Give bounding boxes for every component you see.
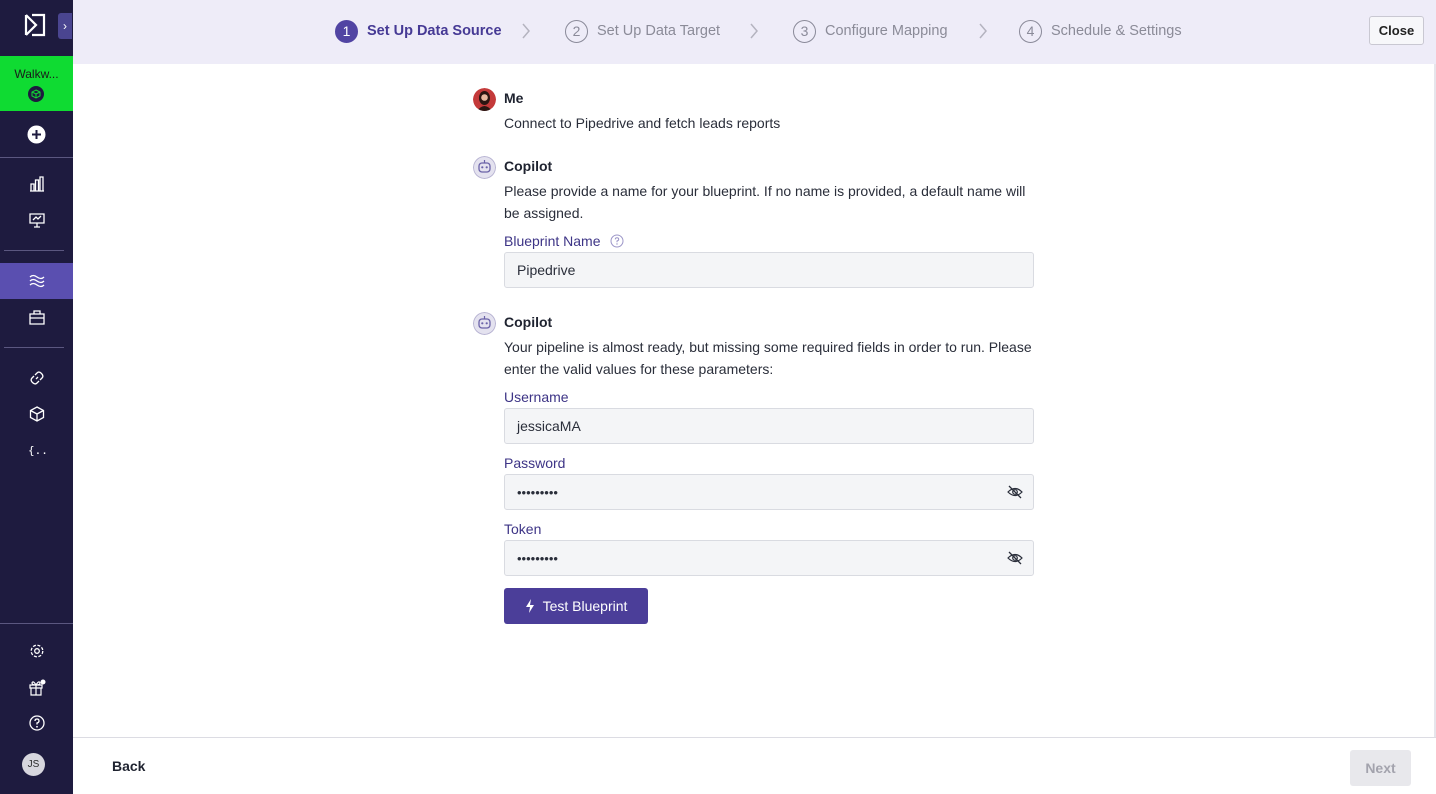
step-label: Schedule & Settings bbox=[1051, 23, 1182, 39]
sidebar-item-analytics[interactable] bbox=[0, 166, 73, 202]
message-text: Please provide a name for your blueprint… bbox=[504, 183, 1026, 221]
step-label: Set Up Data Target bbox=[597, 23, 721, 39]
analytics-icon bbox=[29, 176, 44, 192]
step-label: Set Up Data Source bbox=[367, 23, 502, 39]
sidebar-item-connections[interactable] bbox=[0, 360, 73, 396]
chat-message-copilot: Copilot Your pipeline is almost ready, b… bbox=[473, 312, 1043, 382]
chevron-right-icon bbox=[750, 23, 758, 39]
sidebar-item-settings[interactable] bbox=[0, 633, 73, 669]
sidebar-item-components[interactable] bbox=[0, 396, 73, 432]
username-value: jessicaMA bbox=[517, 418, 581, 434]
step-number: 4 bbox=[1019, 19, 1042, 43]
password-label: Password bbox=[504, 455, 566, 471]
sidebar-item-help[interactable] bbox=[0, 705, 73, 741]
add-button[interactable] bbox=[0, 116, 73, 152]
step-label: Configure Mapping bbox=[825, 23, 948, 39]
password-value: ••••••••• bbox=[517, 484, 558, 500]
sidebar: › Walkw... {...} JS bbox=[0, 0, 73, 794]
password-input[interactable]: ••••••••• bbox=[504, 474, 1034, 510]
chevron-right-icon bbox=[522, 23, 530, 39]
message-sender: Copilot bbox=[504, 158, 553, 174]
dashboard-icon bbox=[28, 213, 45, 228]
chat-message-user: Me Connect to Pipedrive and fetch leads … bbox=[473, 88, 1043, 138]
blueprint-name-label-text: Blueprint Name bbox=[504, 233, 601, 249]
message-text: Your pipeline is almost ready, but missi… bbox=[504, 339, 1032, 377]
chevron-right-icon bbox=[979, 23, 987, 39]
connections-icon bbox=[29, 371, 44, 385]
user-avatar[interactable]: JS bbox=[22, 753, 45, 776]
sidebar-divider bbox=[4, 347, 64, 348]
token-value: ••••••••• bbox=[517, 550, 558, 566]
message-text: Connect to Pipedrive and fetch leads rep… bbox=[504, 115, 781, 131]
step-configure-mapping[interactable]: 3 Configure Mapping bbox=[793, 19, 948, 43]
variables-icon: {...} bbox=[28, 444, 46, 457]
token-label: Token bbox=[504, 521, 542, 537]
logo-icon[interactable] bbox=[22, 12, 48, 38]
step-schedule-settings[interactable]: 4 Schedule & Settings bbox=[1019, 19, 1182, 43]
test-blueprint-button[interactable]: Test Blueprint bbox=[504, 588, 648, 624]
pipelines-icon bbox=[29, 274, 44, 288]
token-input[interactable]: ••••••••• bbox=[504, 540, 1034, 576]
sidebar-divider bbox=[0, 623, 73, 624]
gift-icon bbox=[28, 679, 45, 696]
sidebar-item-gift[interactable] bbox=[0, 669, 73, 705]
next-button[interactable]: Next bbox=[1350, 750, 1411, 786]
message-sender: Me bbox=[504, 90, 524, 106]
step-set-up-data-target[interactable]: 2 Set Up Data Target bbox=[565, 19, 720, 43]
workspace-name: Walkw... bbox=[14, 67, 59, 81]
wizard-steps-bar: 1 Set Up Data Source 2 Set Up Data Targe… bbox=[73, 0, 1436, 64]
components-icon bbox=[29, 406, 44, 422]
add-icon bbox=[27, 125, 46, 143]
copilot-avatar bbox=[473, 156, 496, 179]
eye-off-icon[interactable] bbox=[1007, 550, 1023, 566]
sidebar-item-toolkit[interactable] bbox=[0, 299, 73, 335]
settings-icon bbox=[30, 644, 43, 658]
username-label: Username bbox=[504, 389, 569, 405]
username-input[interactable]: jessicaMA bbox=[504, 408, 1034, 444]
chat-message-copilot: Copilot Please provide a name for your b… bbox=[473, 156, 1043, 226]
wizard-footer: Back Next bbox=[73, 737, 1436, 794]
blueprint-name-input[interactable]: Pipedrive bbox=[504, 252, 1034, 288]
step-number: 3 bbox=[793, 19, 816, 43]
step-set-up-data-source[interactable]: 1 Set Up Data Source bbox=[335, 19, 502, 43]
sidebar-item-pipelines[interactable] bbox=[0, 263, 73, 299]
expand-sidebar-button[interactable]: › bbox=[58, 13, 72, 39]
copilot-avatar bbox=[473, 312, 496, 335]
workspace-icon bbox=[28, 86, 44, 102]
sidebar-divider bbox=[4, 250, 64, 251]
blueprint-name-value: Pipedrive bbox=[517, 262, 576, 278]
svg-text:{...}: {...} bbox=[28, 444, 46, 457]
back-button[interactable]: Back bbox=[112, 758, 145, 774]
step-number: 1 bbox=[335, 19, 358, 43]
help-circle-icon[interactable] bbox=[610, 234, 624, 248]
sidebar-item-variables[interactable]: {...} bbox=[0, 432, 73, 468]
help-icon bbox=[28, 715, 45, 731]
workspace-switcher[interactable]: Walkw... bbox=[0, 56, 73, 111]
eye-off-icon[interactable] bbox=[1007, 484, 1023, 500]
sidebar-item-dashboard[interactable] bbox=[0, 202, 73, 238]
lightning-icon bbox=[525, 599, 534, 613]
test-blueprint-label: Test Blueprint bbox=[542, 598, 628, 614]
blueprint-name-label: Blueprint Name bbox=[504, 233, 624, 249]
step-number: 2 bbox=[565, 19, 588, 43]
close-button[interactable]: Close bbox=[1369, 16, 1424, 45]
message-sender: Copilot bbox=[504, 314, 553, 330]
toolkit-icon bbox=[28, 309, 45, 325]
user-avatar bbox=[473, 88, 496, 111]
sidebar-divider bbox=[0, 157, 73, 158]
